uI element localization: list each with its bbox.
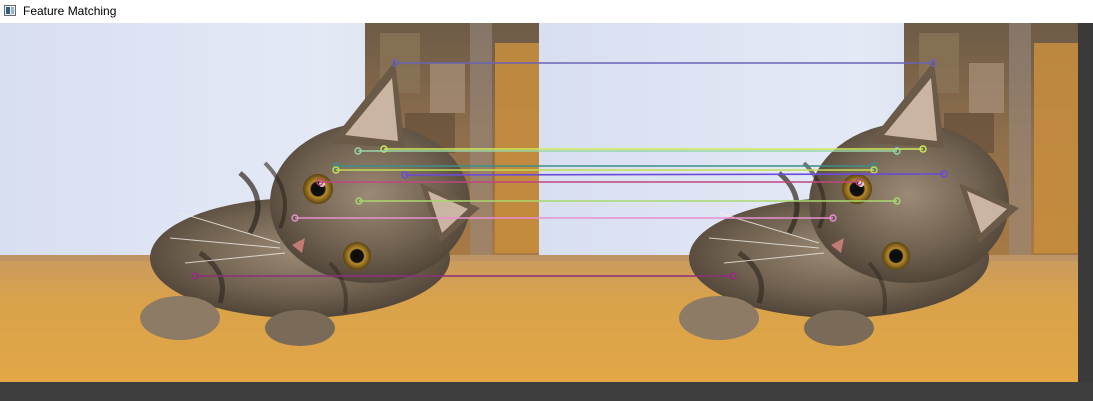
match-line bbox=[404, 173, 945, 176]
title-bar: Feature Matching bbox=[0, 0, 1093, 23]
image-window-icon bbox=[4, 5, 16, 16]
left-image bbox=[0, 23, 539, 382]
right-gutter bbox=[1078, 23, 1093, 382]
image-canvas[interactable] bbox=[0, 23, 1078, 382]
window-title: Feature Matching bbox=[23, 4, 117, 18]
right-image bbox=[539, 23, 1078, 382]
bottom-gutter bbox=[0, 382, 1093, 401]
